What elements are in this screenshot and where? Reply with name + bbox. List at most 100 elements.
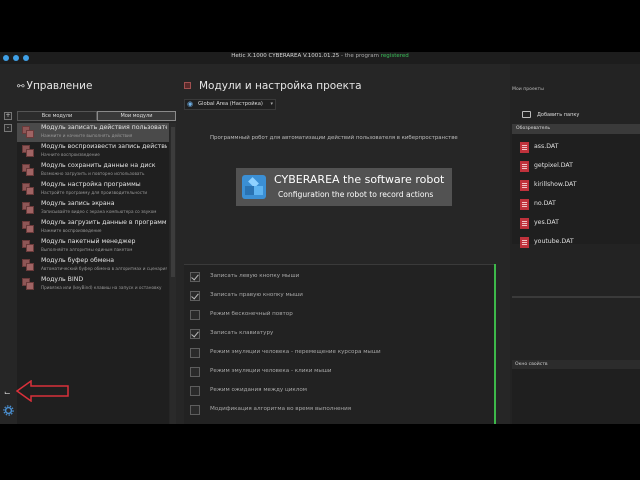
module-icon-front xyxy=(26,187,34,195)
module-title: Модуль BIND xyxy=(41,276,84,283)
module-title: Модуль записать действия пользователя xyxy=(41,124,167,131)
option-row[interactable]: Не показывать редактор после записи сцен… xyxy=(190,422,480,424)
module-icon-front xyxy=(26,168,34,176)
checkbox-icon[interactable] xyxy=(190,405,200,415)
option-row[interactable]: Записать правую кнопку мыши xyxy=(190,289,480,303)
module-subtitle: Выполняйте алгоритмы единым пакетом xyxy=(41,247,133,252)
option-label: Режим бесконечный повтор xyxy=(210,311,293,317)
checkbox-icon[interactable] xyxy=(190,367,200,377)
cube-logo-icon xyxy=(242,175,266,199)
checkbox-icon[interactable] xyxy=(190,291,200,301)
module-subtitle: Возможно загрузить и повторно использова… xyxy=(41,171,145,176)
module-title: Модуль запись экрана xyxy=(41,200,115,207)
module-icon-front xyxy=(26,282,34,290)
checkbox-icon[interactable] xyxy=(190,329,200,339)
module-item[interactable]: Модуль пакетный менеджер Выполняйте алгор… xyxy=(17,237,169,256)
module-icon-front xyxy=(26,225,34,233)
module-icon-front xyxy=(26,130,34,138)
scrollbar-thumb[interactable] xyxy=(171,127,175,277)
file-item[interactable]: ass.DAT xyxy=(520,141,630,155)
module-icon-front xyxy=(26,149,34,157)
options-scrollbar[interactable] xyxy=(494,264,496,424)
file-icon xyxy=(520,199,529,210)
folder-add-icon xyxy=(522,111,531,118)
module-item[interactable]: Модуль записать действия пользователя Наж… xyxy=(17,123,169,142)
option-label: Режим ожидания между циклом xyxy=(210,387,308,393)
option-label: Записать правую кнопку мыши xyxy=(210,292,303,298)
module-list-scrollbar[interactable] xyxy=(170,123,176,424)
module-title: Модуль воспроизвести запись действий xyxy=(41,143,167,150)
file-item[interactable]: yes.DAT xyxy=(520,217,630,231)
add-folder-button[interactable]: Добавить папку xyxy=(522,111,579,118)
checkbox-icon[interactable] xyxy=(190,310,200,320)
module-title: Модуль настройка программы xyxy=(41,181,141,188)
file-name: no.DAT xyxy=(534,200,556,207)
globe-icon: ◉ xyxy=(187,100,194,108)
module-icon-front xyxy=(26,263,34,271)
file-item[interactable]: getpixel.DAT xyxy=(520,160,630,174)
module-item[interactable]: Модуль запись экрана Записывайте видео с … xyxy=(17,199,169,218)
left-rail: + - xyxy=(0,64,17,424)
projects-panel: Мои проекты Добавить папку Обозреватель … xyxy=(510,64,640,424)
tab-all-modules[interactable]: Все модули xyxy=(17,111,97,121)
module-icon xyxy=(22,259,36,272)
control-title: ⚯ Управление xyxy=(17,80,92,92)
cube-left-face xyxy=(245,186,254,195)
option-label: Модификация алгоритма во время выполнени… xyxy=(210,406,352,412)
banner-title: CYBERAREA the software robot xyxy=(274,173,445,186)
option-row[interactable]: Записать клавиатуру xyxy=(190,327,480,341)
module-item[interactable]: Модуль буфер обмена Автоматический буфер … xyxy=(17,256,169,275)
option-row[interactable]: Модификация алгоритма во время выполнени… xyxy=(190,403,480,417)
banner-subtitle: Configuration the robot to record action… xyxy=(278,190,434,199)
module-icon xyxy=(22,145,36,158)
add-folder-label: Добавить папку xyxy=(537,112,580,118)
control-panel: ⚯ Управление Все модули Мои модули Модуль… xyxy=(17,64,180,424)
option-row[interactable]: Режим эмуляции человека - перемещение ку… xyxy=(190,346,480,360)
module-item[interactable]: Модуль BIND Привязка или (keyBind) клавиш… xyxy=(17,275,169,294)
plus-icon[interactable]: + xyxy=(4,112,12,120)
file-list: ass.DAT getpixel.DAT kirillshow.DAT no.DAT y… xyxy=(512,134,640,248)
module-icon xyxy=(22,126,36,139)
sidebar-toggle-icon[interactable]: ⌙ xyxy=(4,388,11,397)
module-subtitle: Автоматический буфер обмена в алгоритмах… xyxy=(41,266,167,271)
checkbox-icon[interactable] xyxy=(190,386,200,396)
file-icon xyxy=(520,142,529,153)
option-label: Записать клавиатуру xyxy=(210,330,274,336)
control-title-text: Управление xyxy=(26,80,93,92)
module-item[interactable]: Модуль сохранить данные на диск Возможно … xyxy=(17,161,169,180)
option-row[interactable]: Режим эмуляции человека - клики мыши xyxy=(190,365,480,379)
gear-icon[interactable] xyxy=(3,405,14,416)
option-row[interactable]: Записать левую кнопку мыши xyxy=(190,270,480,284)
file-item[interactable]: kirillshow.DAT xyxy=(520,179,630,193)
file-name: ass.DAT xyxy=(534,143,559,150)
checkbox-icon[interactable] xyxy=(190,348,200,358)
checkbox-icon[interactable] xyxy=(190,272,200,282)
app-window: Hetic X.1000 CYBERAREA V.1001.01.25 - th… xyxy=(0,52,640,424)
title-separator: - the program xyxy=(339,53,381,59)
title-bar: Hetic X.1000 CYBERAREA V.1001.01.25 - th… xyxy=(0,52,640,64)
minus-icon[interactable]: - xyxy=(4,124,12,132)
module-list: Модуль записать действия пользователя Наж… xyxy=(17,123,169,424)
option-row[interactable]: Режим бесконечный повтор xyxy=(190,308,480,322)
file-name: yes.DAT xyxy=(534,219,559,226)
file-item[interactable]: no.DAT xyxy=(520,198,630,212)
module-icon xyxy=(22,183,36,196)
tab-my-modules[interactable]: Мои модули xyxy=(97,111,176,121)
module-icon xyxy=(22,240,36,253)
area-select[interactable]: ◉ Global Area (Настройка) ▾ xyxy=(184,99,276,110)
gamepad-icon: ⚯ xyxy=(17,82,25,92)
panel-splitter[interactable] xyxy=(512,296,640,298)
module-item[interactable]: Модуль воспроизвести запись действий Начн… xyxy=(17,142,169,161)
file-icon xyxy=(520,180,529,191)
option-row[interactable]: Режим ожидания между циклом xyxy=(190,384,480,398)
settings-title-text: Модули и настройка проекта xyxy=(199,80,362,92)
properties-panel xyxy=(512,369,640,424)
option-label: Записать левую кнопку мыши xyxy=(210,273,300,279)
module-item[interactable]: Модуль настройка программы Настройте прог… xyxy=(17,180,169,199)
module-item[interactable]: Модуль загрузить данные в программу Нажми… xyxy=(17,218,169,237)
module-icon xyxy=(22,202,36,215)
file-item[interactable]: youtube.DAT xyxy=(520,236,630,250)
module-subtitle: Привязка или (keyBind) клавиш на запуск … xyxy=(41,285,162,290)
file-name: youtube.DAT xyxy=(534,238,574,245)
title-main: Hetic X.1000 CYBERAREA V.1001.01.25 xyxy=(231,53,340,59)
